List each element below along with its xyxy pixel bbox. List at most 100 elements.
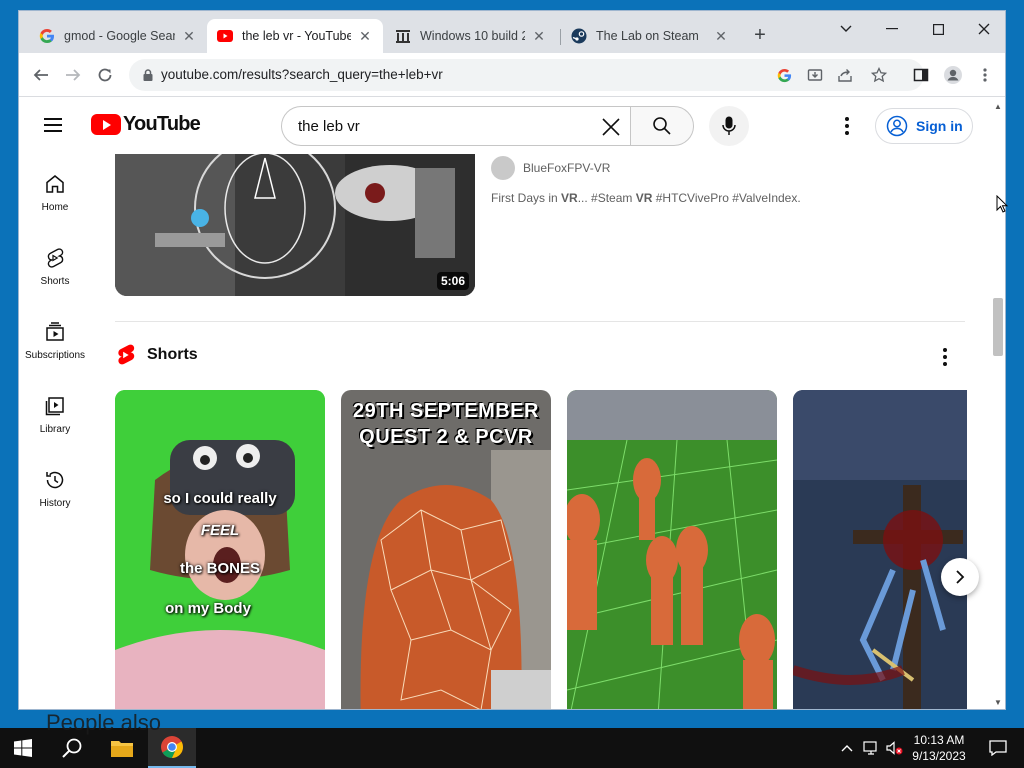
short-item[interactable]: 29TH SEPTEMBER QUEST 2 & PCVR: [341, 390, 551, 709]
browser-toolbar: youtube.com/results?search_query=the+leb…: [19, 53, 1005, 97]
guide-item-shorts[interactable]: Shorts: [19, 228, 91, 302]
minimize-icon: [886, 28, 898, 30]
shorts-logo-icon: [118, 344, 135, 365]
short-item[interactable]: [793, 390, 967, 709]
chevron-right-icon: [956, 570, 965, 584]
account-icon: [886, 115, 908, 137]
channel-name: BlueFoxFPV-VR: [523, 161, 611, 175]
close-icon[interactable]: ✕: [713, 28, 729, 45]
shorts-shelf-header: Shorts: [115, 344, 198, 366]
channel-link[interactable]: BlueFoxFPV-VR: [491, 156, 610, 180]
side-panel-button[interactable]: [907, 61, 935, 89]
section-divider: [115, 321, 965, 322]
guide-item-home[interactable]: Home: [19, 154, 91, 228]
home-icon: [46, 175, 64, 193]
notification-icon: [989, 740, 1007, 756]
kebab-menu-icon: [983, 68, 987, 82]
scroll-down-arrow[interactable]: ▼: [993, 698, 1003, 707]
guide-item-library[interactable]: Library: [19, 376, 91, 450]
chrome-icon: [161, 736, 183, 758]
page-scrollbar[interactable]: ▲ ▼: [989, 98, 1005, 709]
short-thumbnail-art: [567, 390, 777, 709]
close-icon[interactable]: ✕: [357, 28, 373, 45]
scrollbar-thumb[interactable]: [993, 298, 1003, 356]
system-clock[interactable]: 10:13 AM 9/13/2023: [904, 732, 974, 764]
tab-title: the leb vr - YouTube: [242, 29, 351, 43]
short-item[interactable]: so I could really FEEL the BONES on my B…: [115, 390, 325, 709]
lock-icon: [143, 69, 153, 81]
close-icon: [978, 23, 990, 35]
guide-label: Shorts: [40, 276, 70, 287]
shorts-shelf: so I could really FEEL the BONES on my B…: [115, 390, 967, 709]
install-icon[interactable]: [805, 65, 825, 85]
thumbnail-art: [115, 138, 475, 296]
sign-in-button[interactable]: Sign in: [875, 108, 973, 144]
close-icon[interactable]: ✕: [531, 28, 547, 45]
video-thumbnail[interactable]: 5:06: [115, 138, 475, 296]
microphone-icon: [722, 116, 736, 135]
scroll-up-arrow[interactable]: ▲: [993, 102, 1003, 111]
chevron-up-icon: [841, 745, 853, 752]
search-icon: [653, 117, 671, 135]
search-button[interactable]: [630, 106, 694, 146]
close-window-button[interactable]: [961, 15, 1005, 43]
new-tab-button[interactable]: +: [749, 25, 771, 47]
network-button[interactable]: [860, 728, 882, 768]
tab-title: The Lab on Steam: [596, 29, 699, 43]
tab-youtube[interactable]: the leb vr - YouTube ✕: [207, 19, 383, 53]
settings-menu-button[interactable]: [837, 114, 857, 138]
shorts-menu-button[interactable]: [939, 346, 951, 368]
browser-window: gmod - Google Search ✕ the leb vr - YouT…: [18, 10, 1006, 710]
guide-item-history[interactable]: History: [19, 450, 91, 524]
short-thumbnail-art: [115, 390, 325, 709]
tab-windows-build[interactable]: Windows 10 build 21 ✕: [385, 19, 557, 53]
guide-label: Home: [41, 202, 69, 213]
avatar-icon: [944, 66, 962, 84]
start-button[interactable]: [0, 728, 46, 768]
channel-avatar: [491, 156, 515, 180]
notifications-button[interactable]: [978, 728, 1018, 768]
tab-title: gmod - Google Search: [64, 29, 175, 43]
back-button[interactable]: [27, 61, 55, 89]
clear-search-icon[interactable]: [599, 115, 623, 139]
maximize-icon: [932, 23, 944, 35]
youtube-play-icon: [91, 114, 121, 135]
search-input[interactable]: the leb vr: [281, 106, 631, 146]
voice-search-button[interactable]: [709, 106, 749, 146]
address-bar[interactable]: youtube.com/results?search_query=the+leb…: [129, 59, 924, 91]
reload-icon: [98, 68, 112, 82]
short-item[interactable]: [567, 390, 777, 709]
tab-title: Windows 10 build 21: [420, 29, 525, 43]
profile-button[interactable]: [939, 61, 967, 89]
guide-menu-button[interactable]: [41, 114, 65, 138]
shelf-next-button[interactable]: [941, 558, 979, 596]
google-lens-icon[interactable]: [774, 65, 794, 85]
minimize-button[interactable]: [869, 15, 915, 43]
maximize-button[interactable]: [915, 15, 961, 43]
show-hidden-icons-button[interactable]: [838, 728, 856, 768]
share-icon[interactable]: [835, 65, 855, 85]
chrome-menu-button[interactable]: [971, 61, 999, 89]
volume-button[interactable]: [884, 728, 904, 768]
subscriptions-icon: [46, 322, 64, 341]
sign-in-label: Sign in: [916, 118, 963, 134]
mini-guide: Home Shorts Subscriptions Library Histor…: [19, 154, 91, 709]
guide-label: History: [39, 498, 71, 509]
library-icon: [45, 397, 64, 416]
forward-button[interactable]: [59, 61, 87, 89]
short-title-overlay: 29TH SEPTEMBER QUEST 2 & PCVR: [353, 400, 539, 448]
youtube-page: 5:06 BlueFoxFPV-VR First Days in VR... #…: [19, 98, 1005, 709]
tab-google-search[interactable]: gmod - Google Search ✕: [29, 19, 207, 53]
youtube-logo[interactable]: YouTube: [91, 113, 201, 136]
arrow-left-icon: [33, 69, 48, 81]
close-icon[interactable]: ✕: [181, 28, 197, 45]
guide-label: Library: [39, 424, 71, 435]
tab-search-button[interactable]: [823, 15, 869, 43]
guide-item-subscriptions[interactable]: Subscriptions: [19, 302, 91, 376]
tab-the-lab-steam[interactable]: The Lab on Steam ✕: [561, 19, 739, 53]
archive-icon: [395, 28, 411, 44]
search-results: 5:06 BlueFoxFPV-VR First Days in VR... #…: [115, 98, 967, 709]
star-icon[interactable]: [869, 65, 889, 85]
reload-button[interactable]: [91, 61, 119, 89]
shorts-title: Shorts: [147, 346, 198, 363]
